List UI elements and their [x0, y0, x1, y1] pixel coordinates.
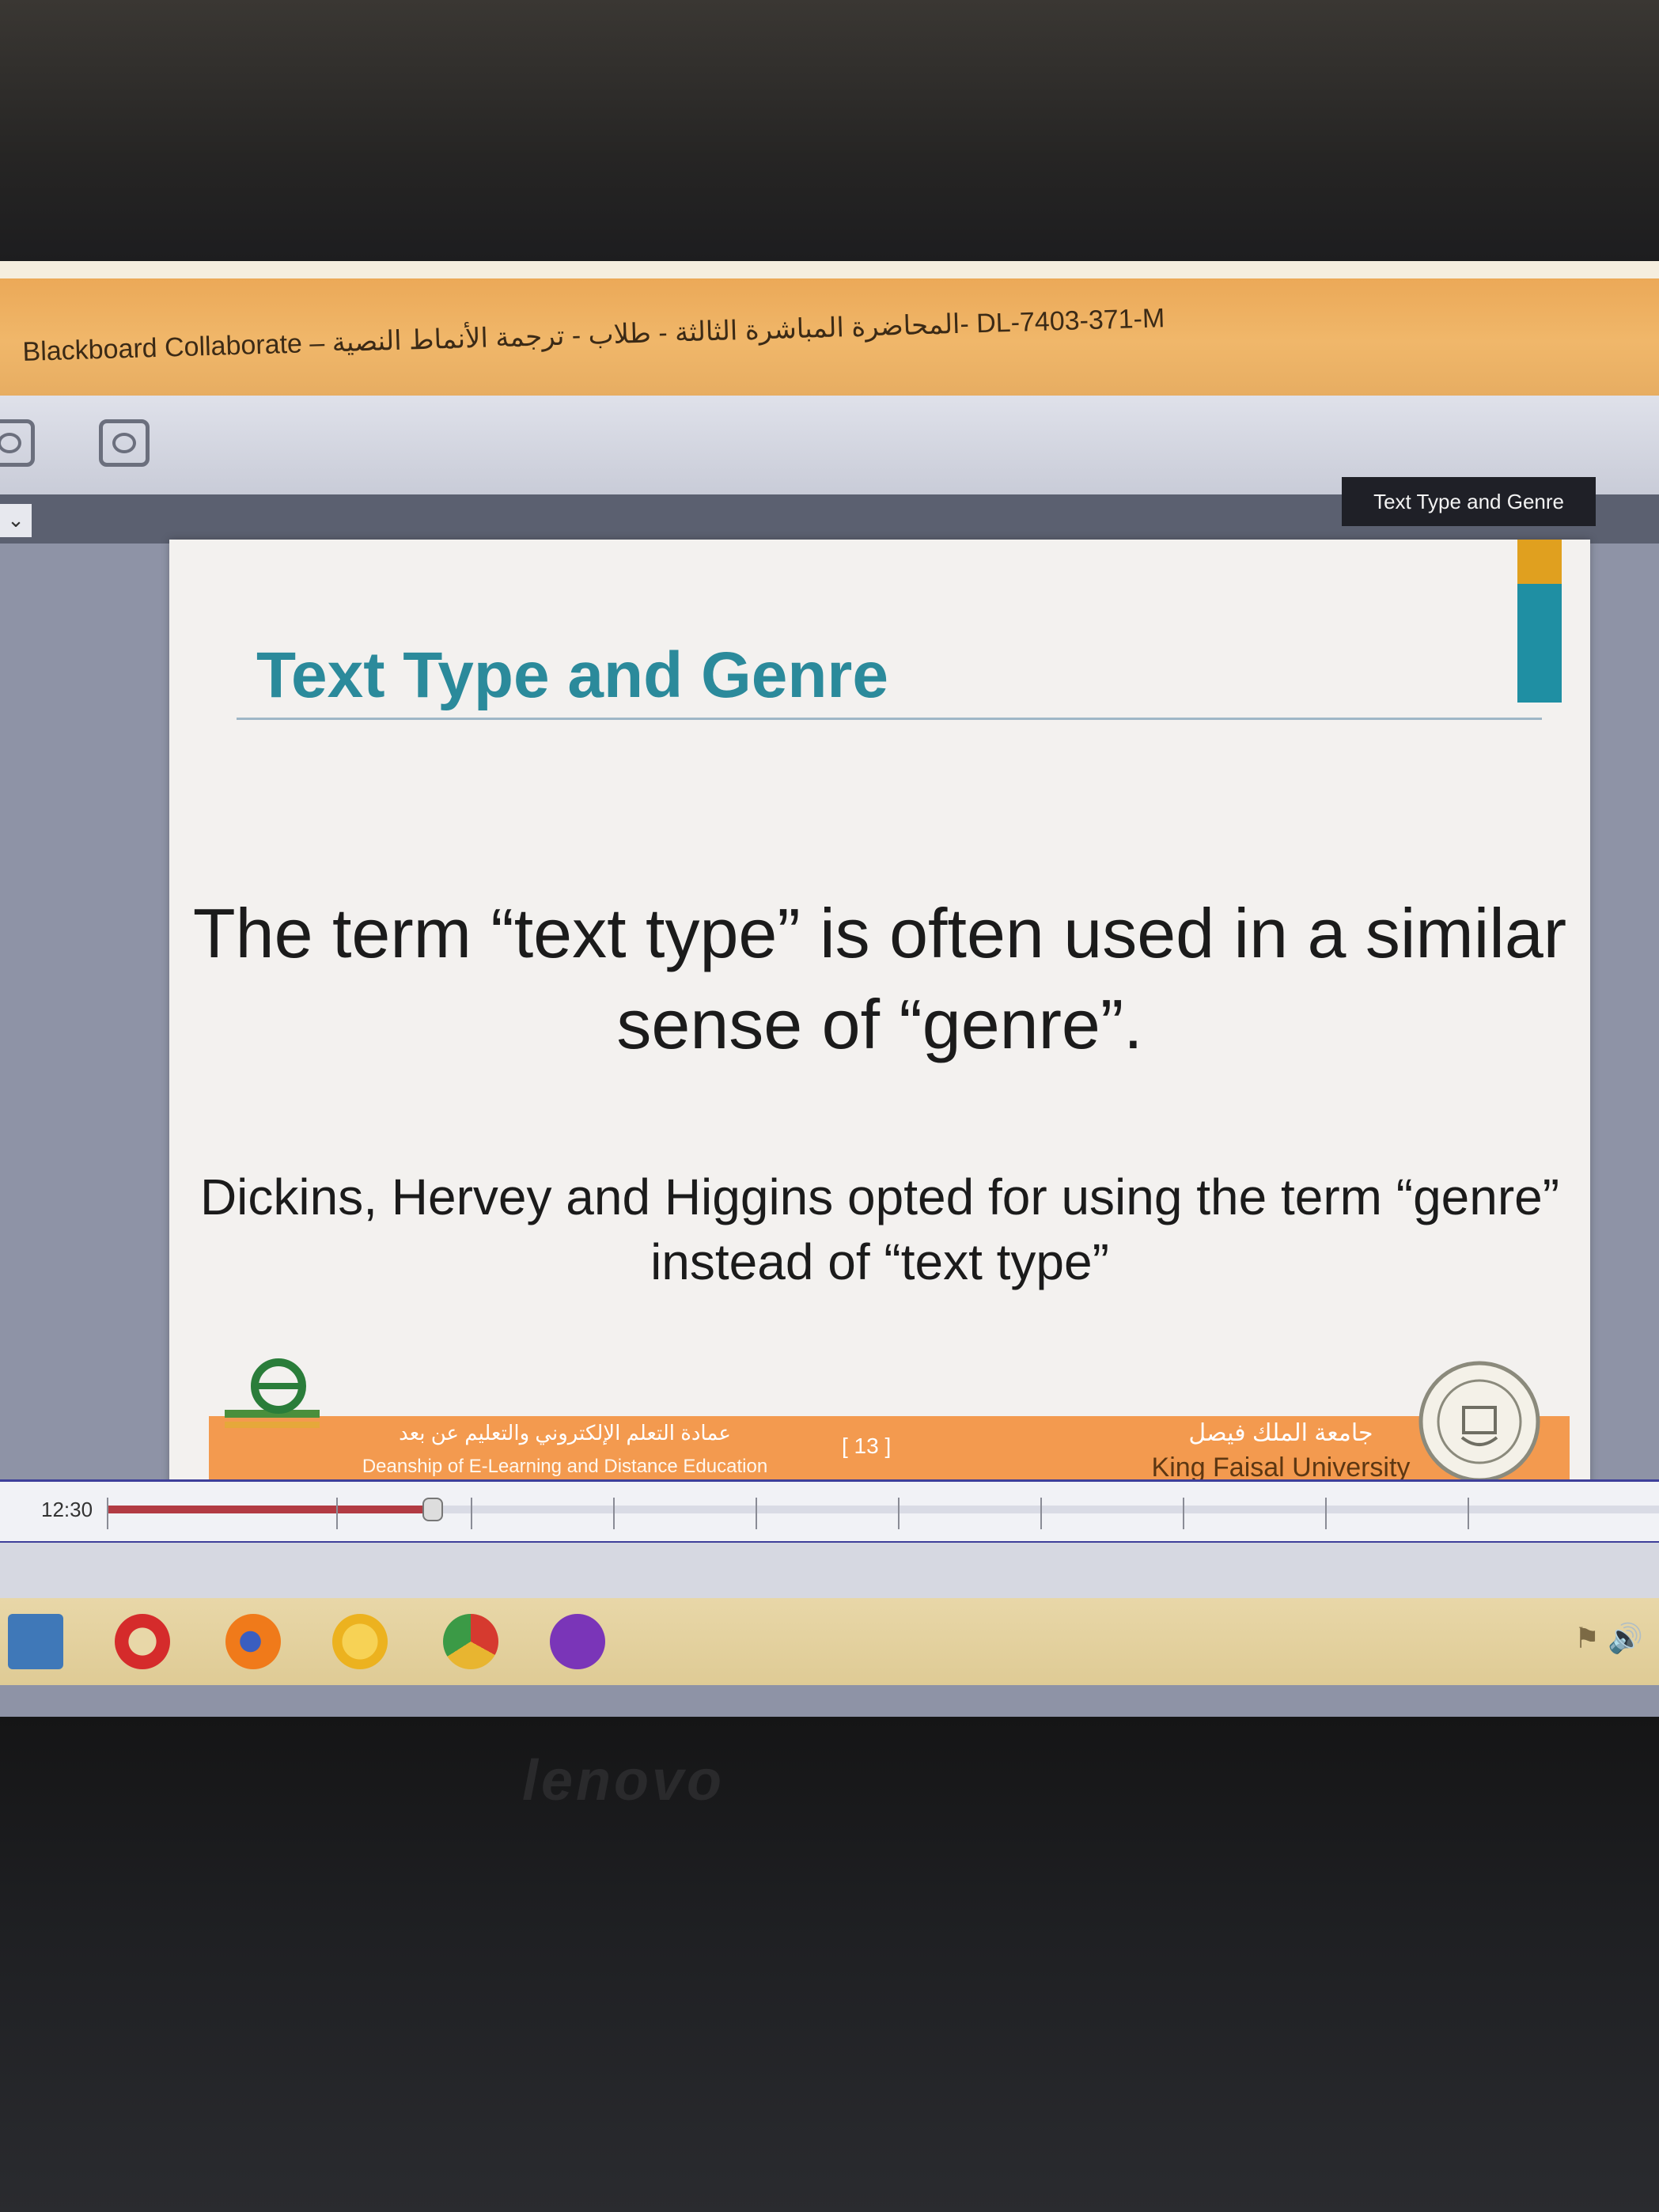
presentation-slide: Text Type and Genre The term “text type”… [169, 540, 1590, 1489]
monitor-bezel-top [0, 0, 1659, 261]
deanship-english: Deanship of E-Learning and Distance Educ… [362, 1456, 768, 1477]
opera-icon[interactable] [115, 1614, 170, 1669]
share-icon [112, 433, 136, 453]
timeline-track[interactable] [107, 1498, 1659, 1529]
timeline-tick [898, 1498, 900, 1529]
slide-main-text: The term “text type” is often used in a … [192, 894, 1567, 1063]
timeline-tick [1325, 1498, 1327, 1529]
share-content-button[interactable] [99, 419, 150, 467]
player-controls-area [0, 1543, 1659, 1598]
layout-toggle-button[interactable] [0, 419, 35, 467]
monitor-bezel-bottom: lenovo [0, 1717, 1659, 2212]
slide-footer: عمادة التعلم الإلكتروني والتعليم عن بعد … [209, 1416, 1570, 1489]
screen: Blackboard Collaborate – المحاضرة المباش… [0, 261, 1659, 1717]
timeline-scrubber[interactable] [422, 1498, 444, 1521]
playback-timeline[interactable]: 12:30 [0, 1479, 1659, 1543]
timeline-tick [613, 1498, 615, 1529]
deanship-arabic: عمادة التعلم الإلكتروني والتعليم عن بعد [399, 1421, 731, 1445]
timeline-tick [336, 1498, 338, 1529]
slide-accent-gold [1517, 540, 1562, 584]
slide-accent-teal [1517, 584, 1562, 703]
window-title-bar: Blackboard Collaborate – المحاضرة المباش… [0, 261, 1659, 396]
window-title: Blackboard Collaborate – المحاضرة المباش… [22, 303, 1165, 367]
timeline-tick [1468, 1498, 1469, 1529]
firefox-icon[interactable] [225, 1614, 281, 1669]
timeline-tick [107, 1498, 108, 1529]
slide-page-number: [ 13 ] [842, 1434, 892, 1458]
blackboard-icon[interactable] [8, 1614, 63, 1669]
layout-icon [0, 433, 21, 453]
timeline-tick [1040, 1498, 1042, 1529]
timeline-progress [107, 1506, 434, 1513]
collaborate-icon[interactable] [550, 1614, 605, 1669]
playback-time: 12:30 [41, 1498, 93, 1521]
heading-divider [237, 718, 1542, 720]
speaker-icon[interactable]: 🔊 [1608, 1622, 1643, 1654]
collapse-panel-button[interactable]: ⌄ [0, 504, 32, 537]
laptop-brand: lenovo [522, 1749, 725, 1812]
system-tray[interactable]: ⚑ 🔊 [1532, 1622, 1643, 1661]
flag-icon[interactable]: ⚑ [1574, 1622, 1600, 1654]
timeline-tick [756, 1498, 757, 1529]
university-seal-icon [1418, 1361, 1540, 1483]
taskbar: ⚑ 🔊 [0, 1598, 1659, 1685]
chrome-icon[interactable] [443, 1614, 498, 1669]
timeline-tick [471, 1498, 472, 1529]
messenger-icon[interactable] [332, 1614, 388, 1669]
chevron-down-icon: ⌄ [7, 508, 25, 532]
content-header-bar: ⌄ Text Type and Genre [0, 477, 1659, 544]
university-arabic: جامعة الملك فيصل [1188, 1420, 1373, 1446]
slide-sub-text: Dickins, Hervey and Higgins opted for us… [199, 1168, 1560, 1290]
slide-heading: Text Type and Genre [256, 639, 888, 711]
elearning-logo-icon [225, 1358, 320, 1428]
slide-title-tab[interactable]: Text Type and Genre [1342, 477, 1596, 526]
timeline-tick [1183, 1498, 1184, 1529]
title-bar-strip [0, 261, 1659, 278]
